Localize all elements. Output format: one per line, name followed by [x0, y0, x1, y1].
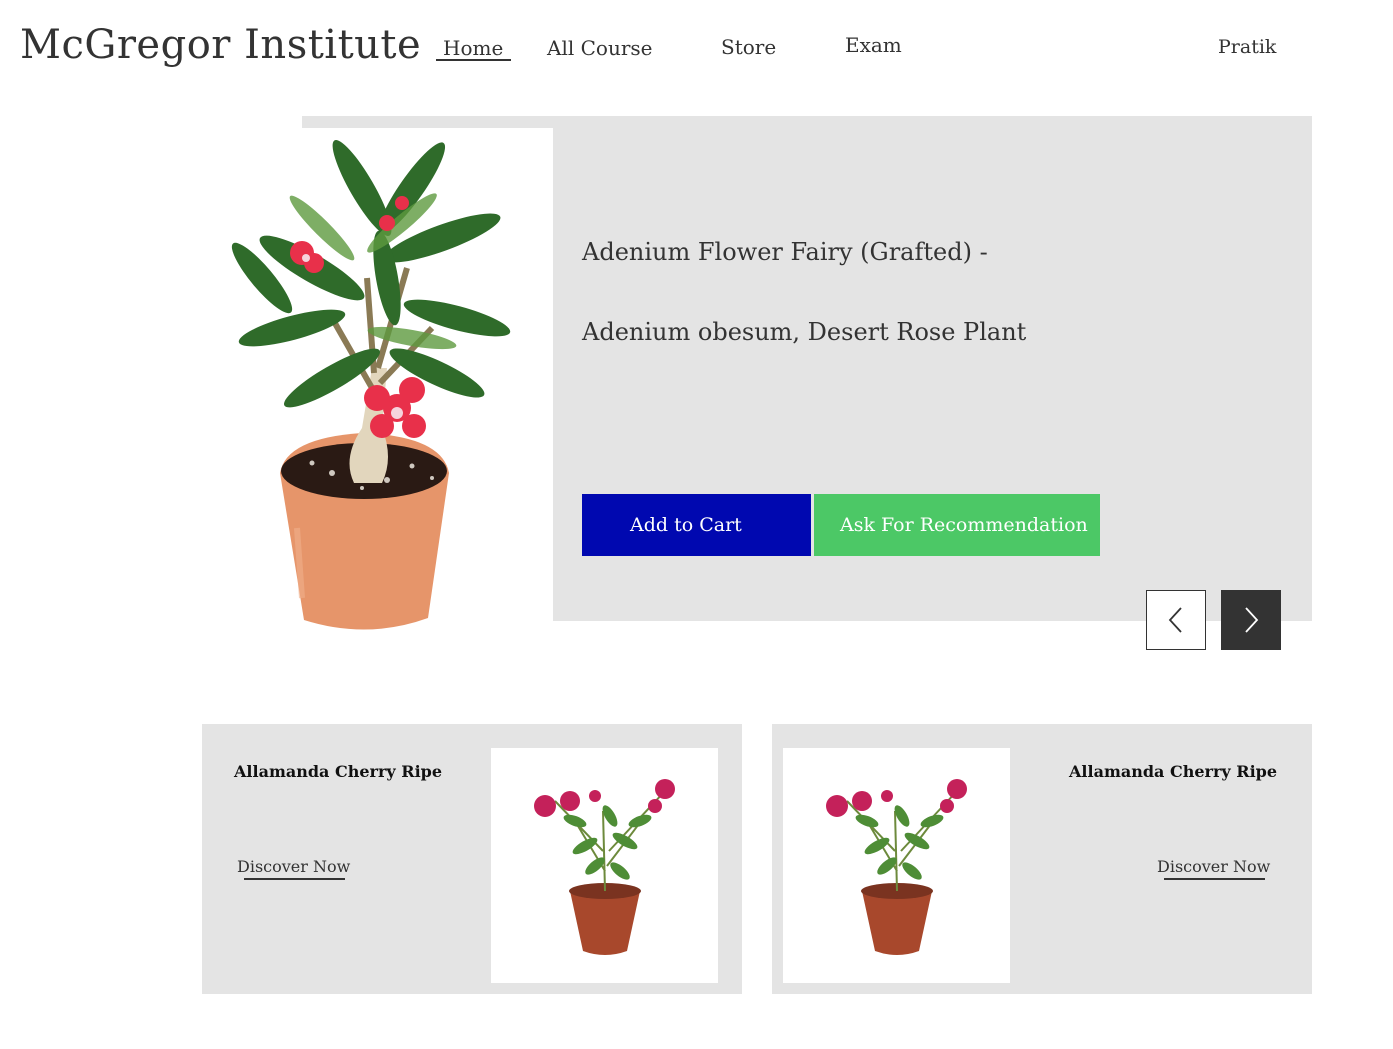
card-product-image	[491, 748, 718, 983]
discover-now-link[interactable]: Discover Now	[237, 857, 350, 876]
product-title-line1: Adenium Flower Fairy (Grafted) -	[582, 238, 988, 266]
product-card: Allamanda Cherry Ripe Discover Now	[772, 724, 1312, 994]
user-name-link[interactable]: Pratik	[1218, 36, 1276, 58]
card-title: Allamanda Cherry Ripe	[234, 762, 443, 781]
hero-product-image	[202, 128, 553, 638]
chevron-left-icon	[1168, 607, 1182, 633]
nav-all-course[interactable]: All Course	[547, 36, 652, 60]
brand-logo-text[interactable]: McGregor Institute	[20, 22, 421, 68]
product-title-line2: Adenium obesum, Desert Rose Plant	[582, 318, 1027, 346]
nav-store[interactable]: Store	[721, 35, 776, 59]
allamanda-plant-icon	[825, 778, 967, 955]
carousel-next-button[interactable]	[1221, 590, 1281, 650]
chevron-right-icon	[1245, 607, 1259, 633]
link-underline	[244, 878, 345, 880]
product-card: Allamanda Cherry Ripe Discover Now	[202, 724, 742, 994]
discover-now-link[interactable]: Discover Now	[1157, 857, 1270, 876]
allamanda-plant-icon	[533, 778, 675, 955]
ask-recommendation-button[interactable]: Ask For Recommendation	[814, 494, 1100, 556]
add-to-cart-button[interactable]: Add to Cart	[582, 494, 811, 556]
nav-active-underline	[436, 59, 511, 61]
link-underline	[1164, 878, 1265, 880]
card-product-image	[783, 748, 1010, 983]
nav-home[interactable]: Home	[443, 36, 503, 60]
nav-exam[interactable]: Exam	[845, 33, 902, 57]
carousel-prev-button[interactable]	[1146, 590, 1206, 650]
adenium-plant-icon	[231, 139, 511, 630]
card-title: Allamanda Cherry Ripe	[1069, 762, 1278, 781]
